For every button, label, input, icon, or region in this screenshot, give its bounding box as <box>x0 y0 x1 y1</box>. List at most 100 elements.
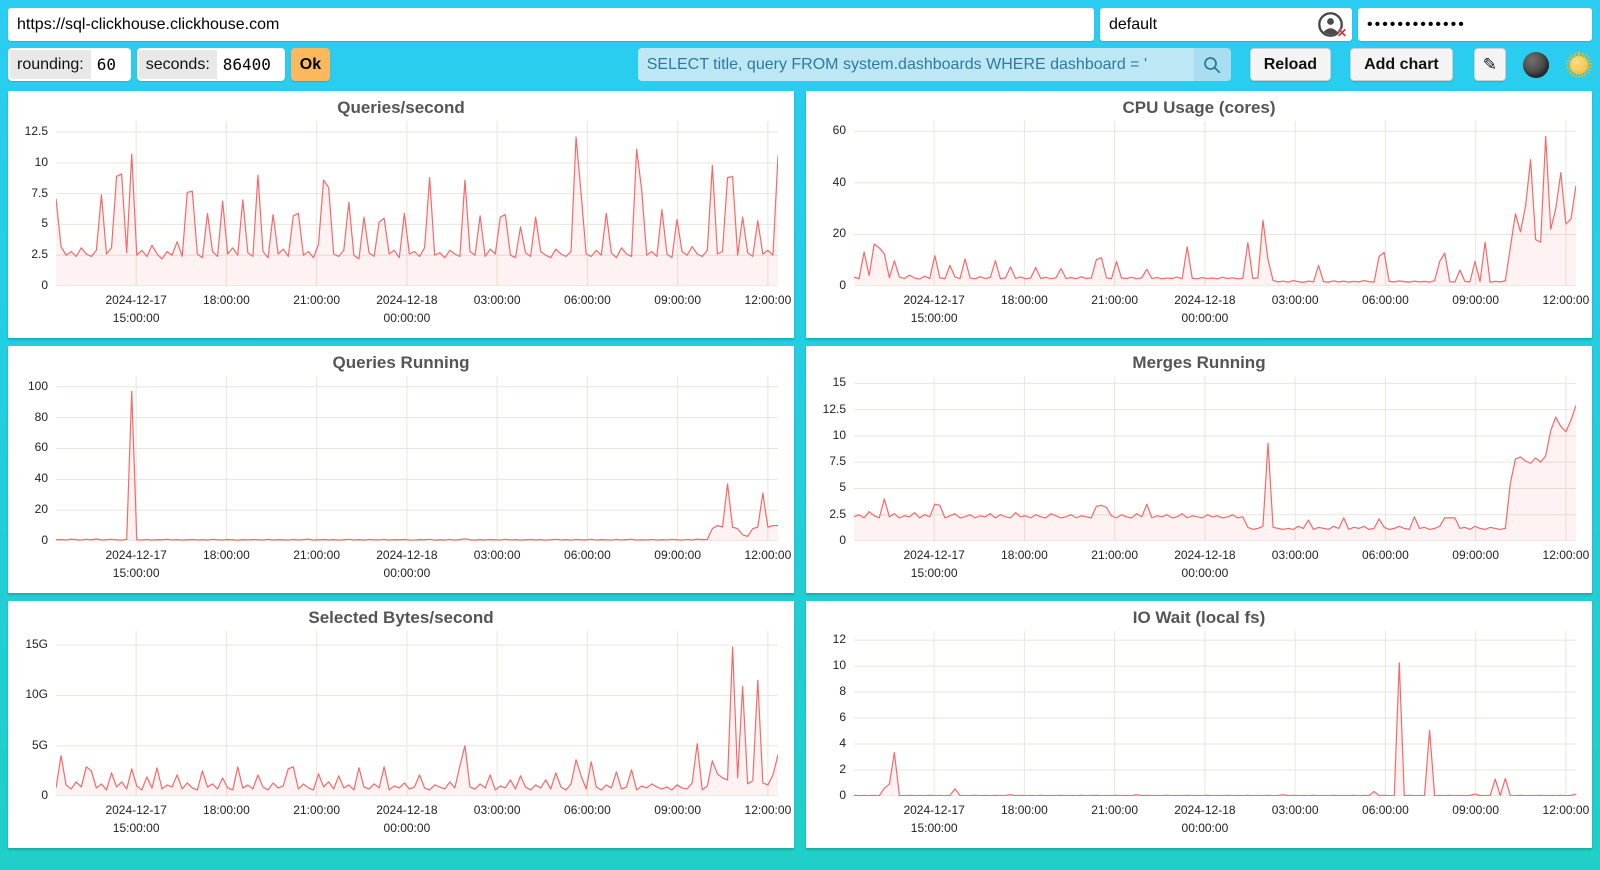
x-axis-tick-label: 12:00:00 <box>745 548 792 562</box>
y-axis-tick-label: 5 <box>8 216 48 230</box>
x-axis-tick-label-line2: 00:00:00 <box>384 311 431 325</box>
x-axis-tick-label-line2: 00:00:00 <box>384 566 431 580</box>
x-badge-icon: ✕ <box>1337 26 1347 40</box>
x-axis-tick-label: 2024-12-18 <box>1174 548 1235 562</box>
y-axis-tick-label: 12.5 <box>8 124 48 138</box>
x-axis-tick-label: 21:00:00 <box>1091 803 1138 817</box>
y-axis-tick-label: 60 <box>806 123 846 137</box>
x-axis-tick-label: 12:00:00 <box>1543 803 1590 817</box>
chart-plot-area[interactable] <box>56 631 778 796</box>
url-input[interactable] <box>8 8 1094 41</box>
x-axis-tick-label: 21:00:00 <box>293 803 340 817</box>
rounding-input[interactable] <box>91 50 129 79</box>
y-axis-tick-label: 40 <box>8 471 48 485</box>
x-axis-tick-label: 09:00:00 <box>654 548 701 562</box>
y-axis-tick-label: 12.5 <box>806 402 846 416</box>
chart-title: Queries Running <box>8 353 794 373</box>
rounding-box: rounding: <box>8 48 131 81</box>
y-axis-tick-label: 80 <box>8 410 48 424</box>
x-axis-tick-label: 09:00:00 <box>1452 548 1499 562</box>
add-chart-button[interactable]: Add chart <box>1350 48 1453 81</box>
x-axis-tick-label: 2024-12-17 <box>105 293 166 307</box>
y-axis-tick-label: 0 <box>806 533 846 547</box>
reload-button[interactable]: Reload <box>1250 48 1331 81</box>
chart-title: Selected Bytes/second <box>8 608 794 628</box>
x-axis-tick-label-line2: 15:00:00 <box>113 566 160 580</box>
dashboard-query-input[interactable]: SELECT title, query FROM system.dashboar… <box>638 48 1194 81</box>
x-axis-tick-label-line2: 15:00:00 <box>911 566 958 580</box>
x-axis-tick-label: 06:00:00 <box>564 548 611 562</box>
y-axis-tick-label: 20 <box>8 502 48 516</box>
x-axis-tick-label: 12:00:00 <box>745 293 792 307</box>
chart-title: Queries/second <box>8 98 794 118</box>
x-axis-tick-label: 2024-12-17 <box>903 548 964 562</box>
chart-title: Merges Running <box>806 353 1592 373</box>
y-axis-tick-label: 0 <box>806 788 846 802</box>
x-axis-tick-label: 03:00:00 <box>1272 548 1319 562</box>
user-input[interactable] <box>1100 8 1352 41</box>
pencil-icon[interactable]: ✎ <box>1474 48 1506 81</box>
x-axis-tick-label: 18:00:00 <box>1001 293 1048 307</box>
x-axis-tick-label: 03:00:00 <box>474 293 521 307</box>
y-axis-tick-label: 0 <box>8 788 48 802</box>
x-axis-tick-label: 18:00:00 <box>203 293 250 307</box>
x-axis-tick-label-line2: 15:00:00 <box>113 821 160 835</box>
x-axis-tick-label: 03:00:00 <box>1272 803 1319 817</box>
x-axis-tick-label: 03:00:00 <box>474 803 521 817</box>
x-axis-tick-label-line2: 00:00:00 <box>384 821 431 835</box>
rounding-label: rounding: <box>10 50 91 79</box>
chart-plot-area[interactable] <box>854 121 1576 286</box>
x-axis-tick-label: 12:00:00 <box>1543 293 1590 307</box>
y-axis-tick-label: 10 <box>806 428 846 442</box>
chart-plot-area[interactable] <box>56 376 778 541</box>
x-axis-tick-label: 12:00:00 <box>745 803 792 817</box>
y-axis-tick-label: 8 <box>806 684 846 698</box>
y-axis-tick-label: 5 <box>806 480 846 494</box>
y-axis-tick-label: 100 <box>8 379 48 393</box>
chart-title: CPU Usage (cores) <box>806 98 1592 118</box>
y-axis-tick-label: 10G <box>8 687 48 701</box>
search-button[interactable] <box>1194 48 1231 81</box>
x-axis-tick-label-line2: 15:00:00 <box>911 821 958 835</box>
chart-panel-queries-per-second: Queries/second02.557.51012.52024-12-1715… <box>8 91 794 338</box>
y-axis-tick-label: 2.5 <box>8 247 48 261</box>
chart-plot-area[interactable] <box>56 121 778 286</box>
user-with-x-icon[interactable]: ✕ <box>1317 11 1344 38</box>
x-axis-tick-label-line2: 00:00:00 <box>1182 311 1229 325</box>
x-axis-tick-label: 18:00:00 <box>203 803 250 817</box>
moon-face-icon[interactable] <box>1523 52 1549 78</box>
dashboard-query-group: SELECT title, query FROM system.dashboar… <box>638 48 1231 81</box>
chart-plot-area[interactable] <box>854 376 1576 541</box>
sun-face-icon[interactable] <box>1566 52 1592 78</box>
x-axis-tick-label: 03:00:00 <box>1272 293 1319 307</box>
x-axis-tick-label: 06:00:00 <box>564 803 611 817</box>
seconds-input[interactable] <box>217 50 283 79</box>
y-axis-tick-label: 0 <box>8 533 48 547</box>
chart-panel-merges-running: Merges Running02.557.51012.5152024-12-17… <box>806 346 1592 593</box>
x-axis-tick-label: 09:00:00 <box>654 293 701 307</box>
chart-plot-area[interactable] <box>854 631 1576 796</box>
x-axis-tick-label: 2024-12-17 <box>105 548 166 562</box>
x-axis-tick-label: 21:00:00 <box>1091 548 1138 562</box>
chart-panel-selected-bytes: Selected Bytes/second 0 5G 10G 15G 2024-12-17… <box>8 601 794 848</box>
chart-panel-queries-running: Queries Running0204060801002024-12-1715:… <box>8 346 794 593</box>
x-axis-tick-label: 2024-12-17 <box>105 803 166 817</box>
x-axis-tick-label-line2: 15:00:00 <box>113 311 160 325</box>
controls-bar: rounding: seconds: Ok SELECT title, quer… <box>8 48 1592 81</box>
y-axis-tick-label: 40 <box>806 175 846 189</box>
y-axis-tick-label: 6 <box>806 710 846 724</box>
y-axis-tick-label: 15G <box>8 637 48 651</box>
seconds-box: seconds: <box>137 48 285 81</box>
y-axis-tick-label: 10 <box>8 155 48 169</box>
y-axis-tick-label: 5G <box>8 738 48 752</box>
x-axis-tick-label: 09:00:00 <box>1452 293 1499 307</box>
ok-button[interactable]: Ok <box>291 48 330 81</box>
seconds-label: seconds: <box>139 50 217 79</box>
password-input[interactable] <box>1358 8 1592 41</box>
x-axis-tick-label: 2024-12-18 <box>1174 293 1235 307</box>
y-axis-tick-label: 2.5 <box>806 507 846 521</box>
x-axis-tick-label: 2024-12-18 <box>376 803 437 817</box>
x-axis-tick-label-line2: 15:00:00 <box>911 311 958 325</box>
y-axis-tick-label: 15 <box>806 375 846 389</box>
y-axis-tick-label: 10 <box>806 658 846 672</box>
